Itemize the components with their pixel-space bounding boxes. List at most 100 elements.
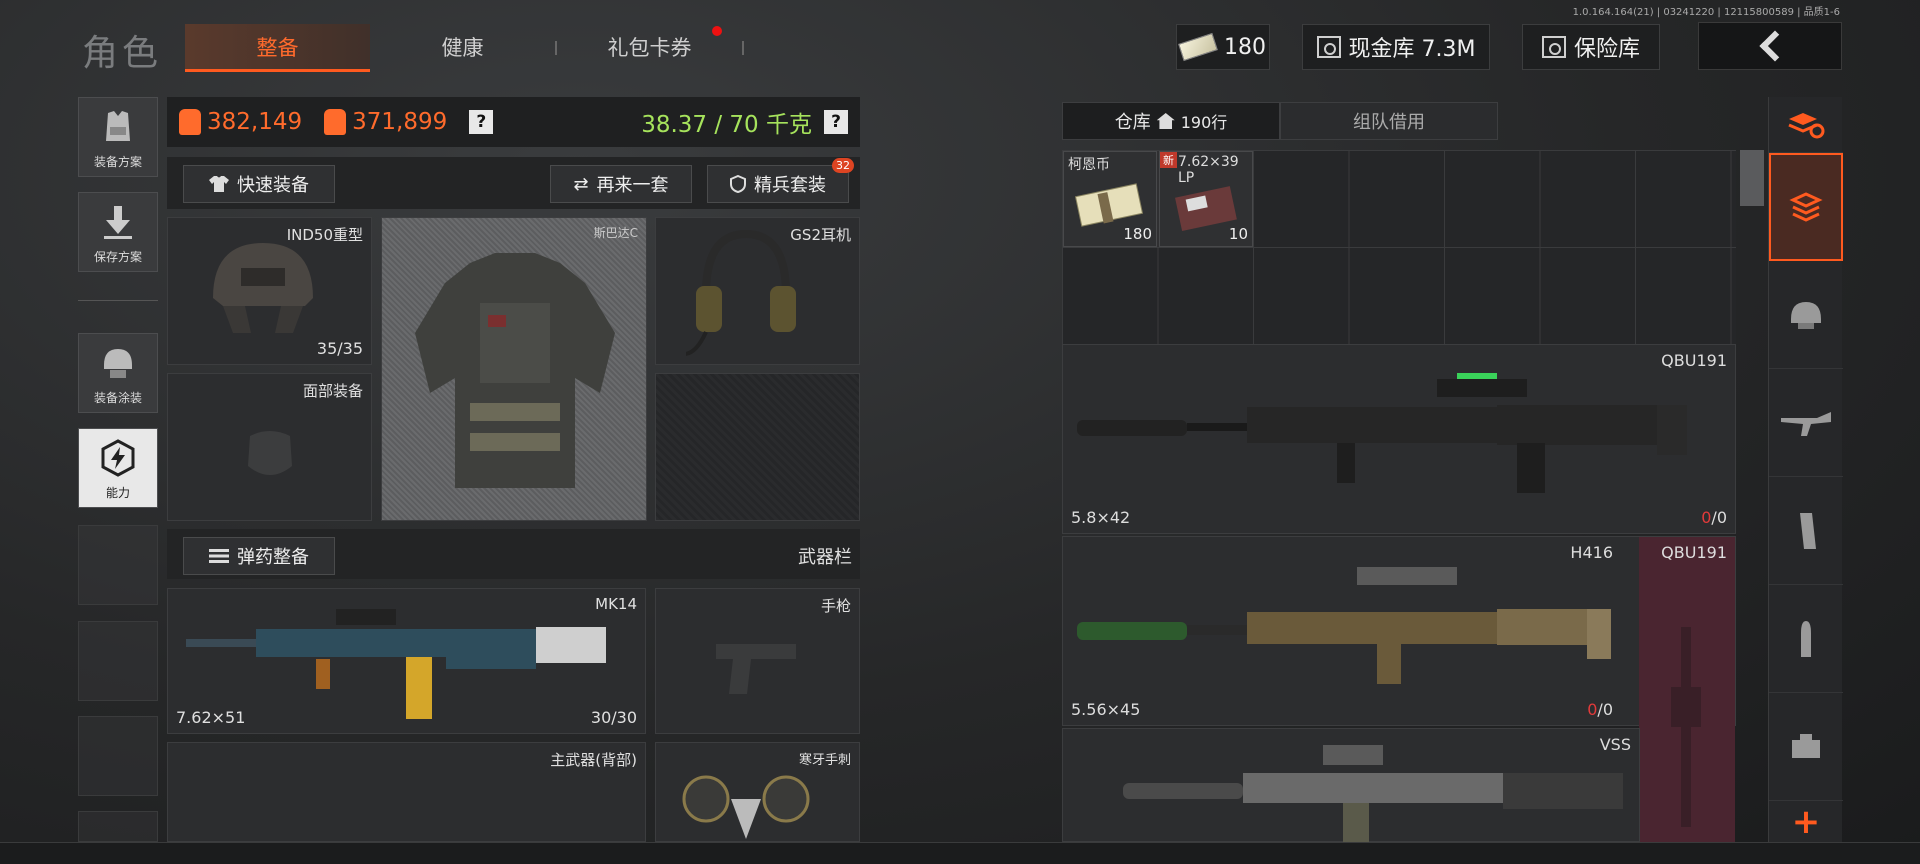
category-ammo[interactable] — [1769, 585, 1843, 693]
headset-slot[interactable]: GS2耳机 — [655, 217, 860, 365]
inventory-gun-row[interactable]: VSS — [1062, 728, 1640, 843]
helmet-name: IND50重型 — [286, 226, 363, 244]
gun-caliber: 5.56×45 — [1071, 700, 1141, 719]
gun-ammo: 0/0 — [1701, 508, 1727, 527]
side-divider — [78, 300, 158, 301]
download-icon — [104, 206, 132, 239]
home-icon — [1156, 113, 1175, 129]
value-help-button[interactable]: ? — [469, 110, 494, 134]
face-mask-icon — [248, 431, 292, 475]
side-loadout-plan[interactable]: 装备方案 — [78, 97, 158, 177]
safe-icon — [1541, 36, 1566, 58]
back-button[interactable] — [1698, 22, 1842, 70]
safe-box-label: 保险库 — [1573, 37, 1640, 62]
cash-stack-icon — [1074, 183, 1144, 227]
inventory-gun-row[interactable]: QBU191 5.8×42 0/0 — [1062, 344, 1736, 534]
inventory-gun-row[interactable]: H416 5.56×45 0/0 QBU191 — [1062, 536, 1736, 843]
bullet-icon — [1801, 620, 1811, 657]
melee-slot[interactable]: 寒牙手刺 — [655, 742, 860, 842]
face-slot[interactable]: 面部装备 — [167, 373, 372, 521]
headset-image — [686, 229, 796, 356]
tab-equip[interactable]: 整备 — [185, 24, 370, 72]
qbu191-image — [1077, 373, 1687, 493]
armor-name: 斯巴达C — [593, 226, 638, 240]
koen-currency[interactable]: 180 — [1176, 24, 1270, 70]
plus-icon: + — [1791, 801, 1821, 842]
elite-set-button[interactable]: 精兵套装 32 — [707, 158, 854, 203]
primary-weapon-name: MK14 — [595, 595, 637, 613]
safe-box-button[interactable]: 保险库 — [1522, 24, 1660, 70]
storage-label: 仓库 — [1114, 112, 1151, 133]
stat-value-a: 382,149 — [179, 109, 302, 135]
sight-icon — [1792, 733, 1820, 758]
page-title: 角色 — [82, 33, 163, 74]
ammo-restock-button[interactable]: 弹药整备 — [183, 537, 335, 575]
category-rail: + — [1768, 97, 1843, 842]
tab-storage[interactable]: 仓库 190行 — [1062, 102, 1280, 140]
cash-icon — [1316, 36, 1341, 58]
tab-gift-coupons[interactable]: 礼包卡券 — [557, 24, 742, 72]
sort-stack-button[interactable] — [1769, 97, 1843, 153]
tab-health[interactable]: 健康 — [370, 24, 555, 72]
quick-equip-label: 快速装备 — [237, 175, 309, 196]
quick-equip-button[interactable]: 快速装备 — [183, 165, 335, 203]
tab-separator — [742, 41, 744, 55]
team-borrow-label: 组队借用 — [1353, 112, 1425, 133]
vest-value-icon — [324, 109, 347, 135]
back-weapon-slot[interactable]: 主武器(背部) — [167, 742, 646, 842]
gun-ammo-current: 0 — [1587, 700, 1598, 719]
tab-team-borrow[interactable]: 组队借用 — [1280, 102, 1498, 140]
action-row: 快速装备 ⇄ 再来一套 精兵套装 32 — [167, 157, 860, 209]
category-attachment[interactable] — [1769, 693, 1843, 801]
ammo-restock-label: 弹药整备 — [237, 547, 309, 568]
category-magazine[interactable] — [1769, 477, 1843, 585]
side-ability[interactable]: 能力 — [78, 428, 158, 508]
helmet-durability: 35/35 — [316, 339, 363, 358]
armor-slot[interactable]: 斯巴达C — [381, 217, 647, 521]
inventory-scrollbar[interactable] — [1740, 150, 1764, 206]
pistol-slot[interactable]: 手枪 — [655, 588, 860, 734]
side-empty-slot[interactable] — [78, 525, 158, 605]
inventory-tabs: 仓库 190行 组队借用 — [1062, 102, 1498, 142]
side-empty-slot[interactable] — [78, 811, 158, 842]
primary-weapon-ammo: 30/30 — [590, 708, 637, 727]
side-empty-slot[interactable] — [78, 621, 158, 701]
gun-ammo: 0/0 — [1587, 700, 1613, 719]
weight-value: 38.37 / 70 千克 — [641, 112, 812, 138]
storage-rows: 190行 — [1180, 113, 1228, 132]
add-category-button[interactable]: + — [1769, 801, 1843, 842]
vss-image — [1123, 745, 1623, 843]
pistol-icon — [716, 644, 796, 694]
helmet-slot[interactable]: IND50重型 35/35 — [167, 217, 372, 365]
helmet-paint-icon — [104, 349, 132, 378]
inventory-grid[interactable]: 柯恩币 180 新 7.62×39 LP 10 — [1062, 150, 1736, 344]
stat-value-b: 371,899 — [324, 109, 447, 135]
tab-gift-label: 礼包卡券 — [607, 36, 692, 60]
category-weapon[interactable] — [1769, 369, 1843, 477]
loadout-stats: 382,149 371,899 ? 38.37 / 70 千克 ? — [167, 97, 860, 147]
shield-icon — [730, 175, 746, 193]
side-label: 保存方案 — [93, 250, 142, 264]
gun-ammo-current: 0 — [1701, 508, 1712, 527]
rifle-icon — [1781, 411, 1831, 436]
backpack-icon — [179, 109, 201, 135]
another-set-button[interactable]: ⇄ 再来一套 — [550, 165, 692, 203]
side-empty-slot[interactable] — [78, 716, 158, 796]
stat-value-a-text: 382,149 — [207, 109, 303, 135]
inventory-item-koen[interactable]: 柯恩币 180 — [1063, 151, 1157, 247]
category-all[interactable] — [1769, 153, 1843, 261]
primary-weapon-slot[interactable]: MK14 7.62×51 30/30 — [167, 588, 646, 734]
stack-sort-icon — [1788, 112, 1825, 138]
category-helmet[interactable] — [1769, 261, 1843, 369]
cash-vault-button[interactable]: 现金库 7.3M — [1302, 24, 1490, 70]
gun-ammo-max: /0 — [1597, 700, 1613, 719]
gun-name: QBU191 — [1661, 351, 1727, 370]
empty-equipment-slot[interactable] — [655, 373, 860, 521]
side-save-plan[interactable]: 保存方案 — [78, 192, 158, 272]
magazine-icon — [1800, 512, 1816, 549]
gun-caliber: 5.8×42 — [1071, 508, 1131, 527]
gun-name: H416 — [1570, 543, 1613, 562]
side-equipment-paint[interactable]: 装备涂装 — [78, 333, 158, 413]
inventory-item-ammo[interactable]: 新 7.62×39 LP 10 — [1159, 151, 1253, 247]
weight-help-button[interactable]: ? — [824, 110, 848, 134]
